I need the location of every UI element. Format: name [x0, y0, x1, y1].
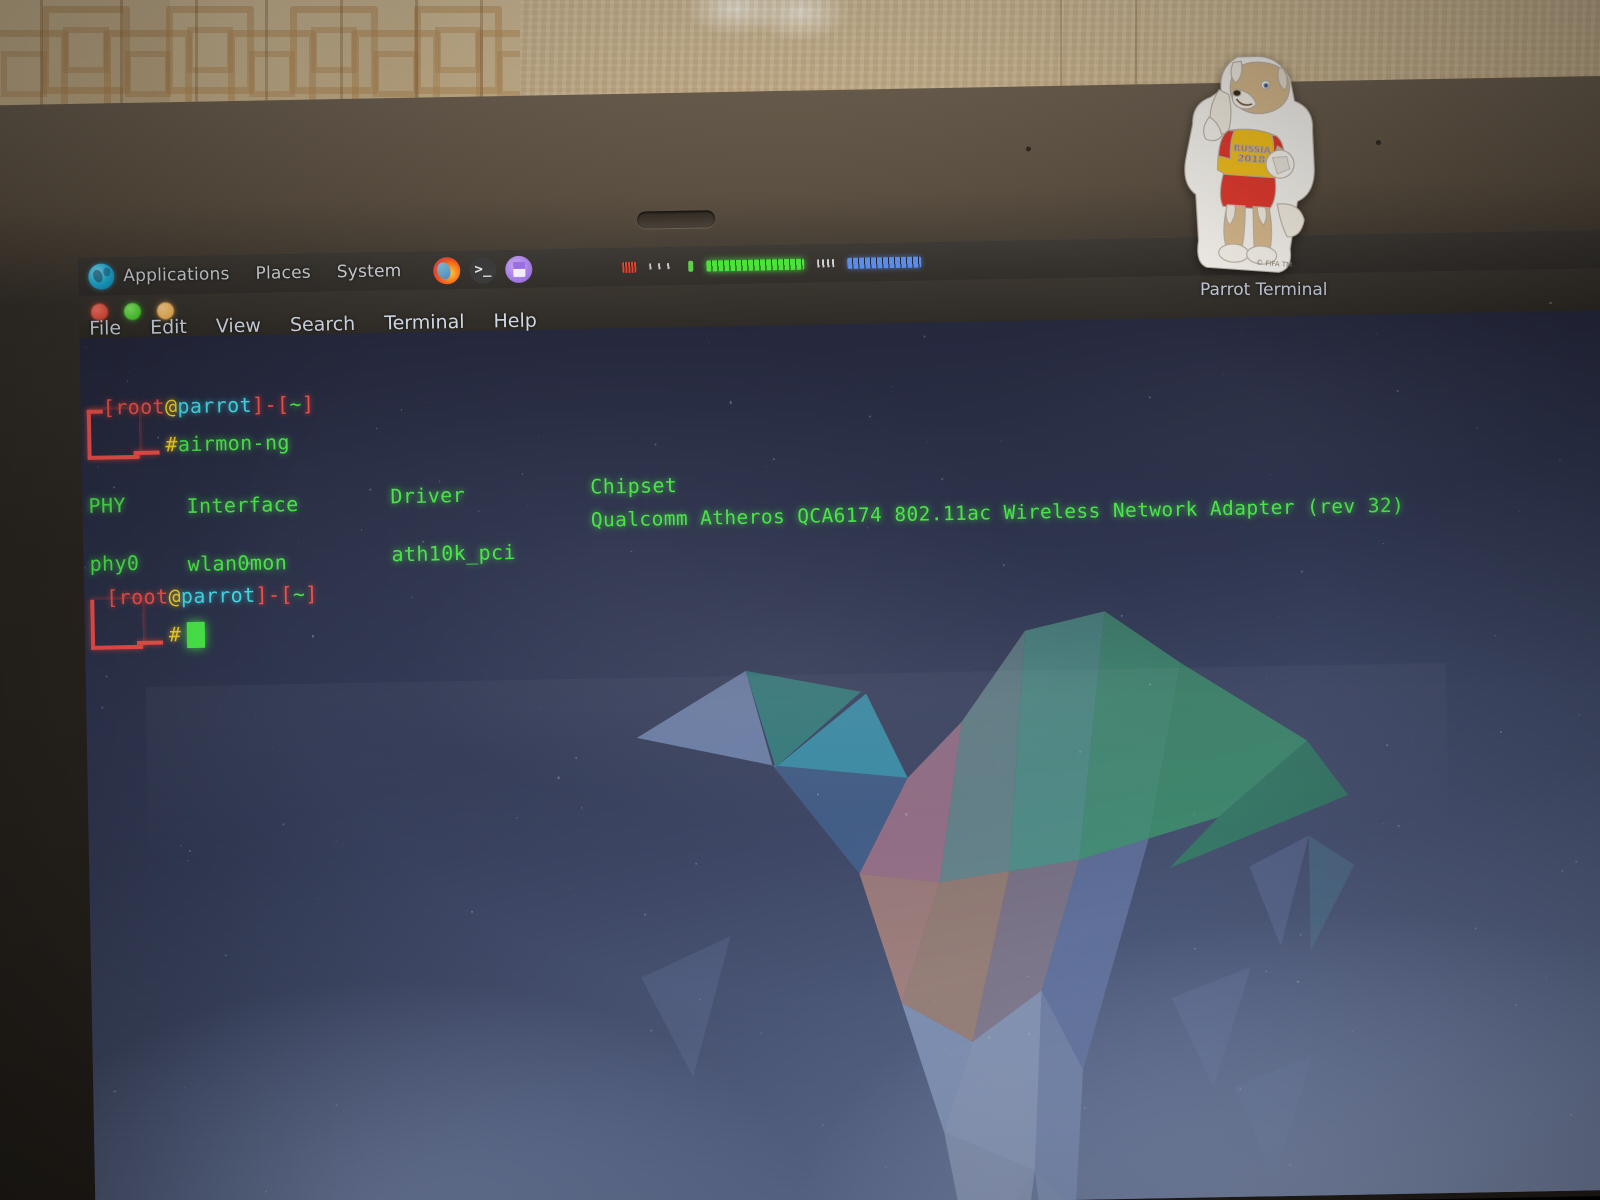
col-header-phy: PHY	[88, 493, 127, 518]
command-line: #airmon-ng	[165, 430, 291, 457]
command-text: airmon-ng	[177, 430, 291, 457]
block-cursor	[186, 621, 206, 649]
menu-system[interactable]: System	[337, 261, 402, 282]
prompt-bracket-close: ]	[251, 392, 265, 417]
load-monitor-applet[interactable]	[817, 259, 835, 268]
prompt-line-1: [root@parrot]-[~]	[102, 391, 315, 420]
photo-scene: Applications Places System >_ File Edit …	[0, 0, 1600, 1200]
prompt-dash: -	[264, 392, 278, 417]
terminal-window: File Edit View Search Terminal Help [roo…	[78, 267, 1600, 1200]
bezel-dot-right	[1375, 139, 1381, 146]
prompt-path: ~	[289, 391, 303, 417]
prompt-sigil-2: #	[168, 622, 182, 647]
col-header-interface: Interface	[186, 492, 299, 519]
prompt-line-2: [root@parrot]-[~]	[106, 581, 319, 610]
col-header-driver: Driver	[390, 482, 466, 509]
menu-places[interactable]: Places	[255, 263, 311, 284]
cell-phy: phy0	[89, 550, 140, 576]
prompt-sigil: #	[165, 432, 179, 457]
col-header-chipset: Chipset	[590, 473, 678, 499]
laptop-screen: Applications Places System >_ File Edit …	[78, 229, 1600, 1200]
prompt-user: root	[114, 394, 166, 420]
cell-driver: ath10k_pci	[391, 540, 517, 567]
prompt-at: @	[164, 394, 178, 419]
terminal-icon[interactable]: >_	[469, 255, 497, 284]
prompt-bracket-open-2: [	[276, 392, 290, 417]
laptop-bezel-top	[0, 75, 1600, 256]
swap-monitor-applet[interactable]	[847, 256, 922, 269]
cpu-monitor-applet[interactable]	[622, 261, 637, 273]
prompt-host: parrot	[177, 392, 253, 419]
bezel-dot-left	[1025, 146, 1032, 152]
panel-applets	[622, 256, 922, 273]
svg-text:2018: 2018	[1237, 153, 1266, 166]
lid-latch	[637, 210, 716, 229]
cell-chipset: Qualcomm Atheros QCA6174 802.11ac Wirele…	[590, 493, 1405, 532]
taskbar-window-label[interactable]: Parrot Terminal	[1200, 280, 1328, 300]
firefox-icon[interactable]	[433, 256, 461, 284]
globe-icon[interactable]	[88, 263, 115, 290]
zabivaka-sticker: RUSSIA 2018 © FIFA TM	[1184, 55, 1315, 273]
text-editor-icon[interactable]	[505, 255, 533, 283]
memory-monitor-applet[interactable]	[706, 258, 805, 271]
prompt-bracket-close-2: ]	[301, 391, 315, 416]
cell-interface: wlan0mon	[187, 550, 288, 577]
prompt-bracket-open: [	[102, 395, 116, 420]
panel-launchers: >_	[433, 255, 533, 284]
net-monitor-applet[interactable]	[649, 263, 676, 270]
menu-applications[interactable]: Applications	[123, 264, 230, 286]
disk-monitor-applet[interactable]	[688, 260, 694, 272]
